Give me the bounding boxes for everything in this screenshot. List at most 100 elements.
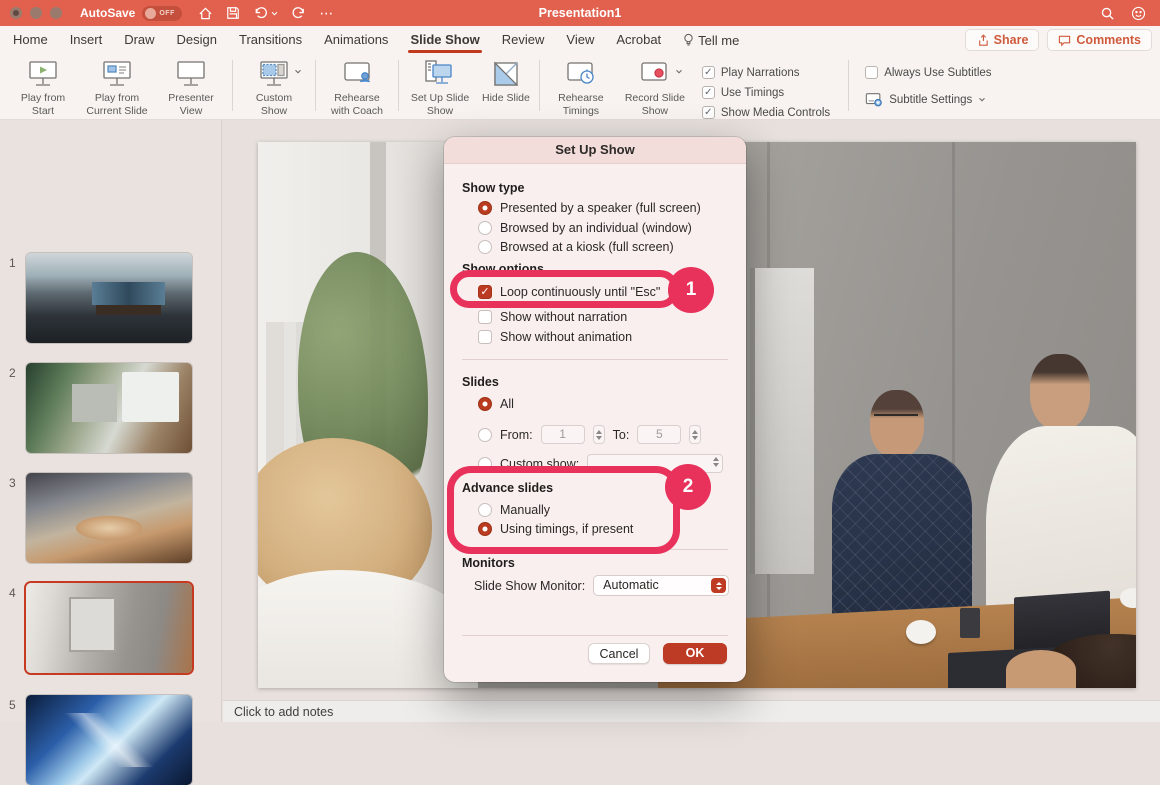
save-icon[interactable] xyxy=(226,6,240,20)
use-timings-label: Use Timings xyxy=(721,87,784,99)
rehearse-with-coach-button[interactable]: Rehearse with Coach xyxy=(320,57,394,120)
radio-using-timings[interactable]: Using timings, if present xyxy=(478,522,633,536)
undo-icon[interactable] xyxy=(253,6,278,21)
redo-icon[interactable] xyxy=(291,6,306,21)
set-up-slide-show-button[interactable]: Set Up Slide Show xyxy=(403,57,477,120)
play-from-current-slide-label: Play from Current Slide xyxy=(85,92,149,118)
custom-show-button[interactable]: Custom Show xyxy=(237,57,311,120)
tab-draw[interactable]: Draw xyxy=(113,26,165,54)
to-slide-input[interactable]: 5 xyxy=(637,425,681,444)
minimize-window-button[interactable] xyxy=(30,7,42,19)
radio-label: Browsed by an individual (window) xyxy=(500,221,692,235)
record-slide-show-label: Record Slide Show xyxy=(623,92,687,118)
show-type-heading: Show type xyxy=(462,181,525,195)
ribbon: Play from Start Play from Current Slide … xyxy=(0,54,1160,120)
radio-icon xyxy=(478,221,492,235)
radio-label: Using timings, if present xyxy=(500,522,633,536)
dialog-divider xyxy=(462,359,728,360)
radio-label: Presented by a speaker (full screen) xyxy=(500,201,701,215)
monitor-selected-value: Automatic xyxy=(603,578,659,592)
zoom-window-button[interactable] xyxy=(50,7,62,19)
from-stepper[interactable] xyxy=(593,425,605,444)
checkbox-icon: ✓ xyxy=(702,86,715,99)
undo-dropdown-chevron[interactable] xyxy=(271,11,278,16)
tab-acrobat[interactable]: Acrobat xyxy=(605,26,672,54)
radio-icon xyxy=(478,428,492,442)
ok-button[interactable]: OK xyxy=(663,643,727,664)
subtitle-settings-icon xyxy=(865,92,883,107)
use-timings-checkbox[interactable]: ✓ Use Timings xyxy=(702,86,830,99)
home-icon[interactable] xyxy=(198,6,213,21)
presenter-view-button[interactable]: Presenter View xyxy=(154,57,228,120)
radio-browsed-at-kiosk[interactable]: Browsed at a kiosk (full screen) xyxy=(478,240,674,254)
radio-from-to-range[interactable]: From: 1 To: 5 xyxy=(478,425,701,444)
rehearse-timings-button[interactable]: Rehearse Timings xyxy=(544,57,618,120)
radio-all-slides[interactable]: All xyxy=(478,397,514,411)
photo-coffee-cup xyxy=(906,620,936,644)
show-media-controls-checkbox[interactable]: ✓ Show Media Controls xyxy=(702,106,830,119)
slide-show-monitor-dropdown[interactable]: Automatic xyxy=(593,575,729,596)
close-window-button[interactable] xyxy=(10,7,22,19)
hide-slide-icon xyxy=(489,59,523,89)
play-from-current-slide-icon xyxy=(100,59,134,89)
play-from-current-slide-button[interactable]: Play from Current Slide xyxy=(80,57,154,120)
autosave-toggle[interactable]: OFF xyxy=(142,6,182,21)
search-icon[interactable] xyxy=(1100,6,1115,21)
tab-home[interactable]: Home xyxy=(2,26,59,54)
from-slide-input[interactable]: 1 xyxy=(541,425,585,444)
share-button[interactable]: Share xyxy=(965,29,1040,51)
checkbox-icon xyxy=(865,66,878,79)
tab-tell-me[interactable]: Tell me xyxy=(672,26,750,54)
radio-label: All xyxy=(500,397,514,411)
tab-view[interactable]: View xyxy=(555,26,605,54)
tab-animations[interactable]: Animations xyxy=(313,26,399,54)
feedback-smiley-icon[interactable] xyxy=(1131,6,1146,21)
radio-manually[interactable]: Manually xyxy=(478,503,550,517)
window-controls xyxy=(0,7,62,19)
tab-slide-show[interactable]: Slide Show xyxy=(399,26,490,54)
record-slide-show-dropdown-chevron[interactable] xyxy=(675,69,683,74)
tab-design[interactable]: Design xyxy=(166,26,228,54)
comments-label: Comments xyxy=(1076,33,1141,47)
photo-man-plaid-jacket xyxy=(832,454,972,624)
from-label: From: xyxy=(500,428,533,442)
play-from-start-button[interactable]: Play from Start xyxy=(6,57,80,120)
set-up-slide-show-icon xyxy=(422,59,458,89)
radio-browsed-by-individual[interactable]: Browsed by an individual (window) xyxy=(478,221,692,235)
subtitle-settings-button[interactable]: Subtitle Settings xyxy=(865,92,991,107)
custom-show-label: Custom Show xyxy=(242,92,306,118)
custom-show-dropdown-chevron[interactable] xyxy=(294,69,302,74)
slide-number: 3 xyxy=(9,476,16,490)
more-commands-icon[interactable]: ⋯ xyxy=(319,5,334,22)
comments-button[interactable]: Comments xyxy=(1047,29,1152,51)
slide-thumbnail-4-selected[interactable] xyxy=(26,583,192,673)
checkbox-loop-continuously[interactable]: ✓ Loop continuously until "Esc" xyxy=(478,285,660,299)
radio-icon xyxy=(478,240,492,254)
radio-presented-by-speaker[interactable]: Presented by a speaker (full screen) xyxy=(478,201,701,215)
cancel-button[interactable]: Cancel xyxy=(588,643,650,664)
hide-slide-button[interactable]: Hide Slide xyxy=(477,57,535,107)
notes-pane[interactable]: Click to add notes xyxy=(223,700,1160,722)
tab-review[interactable]: Review xyxy=(491,26,556,54)
slide-thumbnail-5[interactable] xyxy=(26,695,192,785)
comments-icon xyxy=(1058,34,1071,47)
always-use-subtitles-checkbox[interactable]: Always Use Subtitles xyxy=(865,66,991,79)
tab-insert[interactable]: Insert xyxy=(59,26,114,54)
play-narrations-label: Play Narrations xyxy=(721,67,800,79)
record-slide-show-button[interactable]: Record Slide Show xyxy=(618,57,692,120)
notes-placeholder: Click to add notes xyxy=(234,705,333,719)
slide-thumbnail-1[interactable] xyxy=(26,253,192,343)
slide-thumbnail-2[interactable] xyxy=(26,363,192,453)
custom-show-icon xyxy=(257,59,291,89)
play-narrations-checkbox[interactable]: ✓ Play Narrations xyxy=(702,66,830,79)
checkbox-show-without-animation[interactable]: Show without animation xyxy=(478,330,632,344)
show-options-heading: Show options xyxy=(462,262,544,276)
subtitle-settings-label: Subtitle Settings xyxy=(889,94,972,106)
tell-me-label: Tell me xyxy=(698,27,739,54)
to-stepper[interactable] xyxy=(689,425,701,444)
checkbox-icon: ✓ xyxy=(702,66,715,79)
tab-transitions[interactable]: Transitions xyxy=(228,26,313,54)
slide-thumbnail-panel: 1 2 3 4 5 xyxy=(0,120,222,722)
checkbox-show-without-narration[interactable]: Show without narration xyxy=(478,310,627,324)
slide-thumbnail-3[interactable] xyxy=(26,473,192,563)
